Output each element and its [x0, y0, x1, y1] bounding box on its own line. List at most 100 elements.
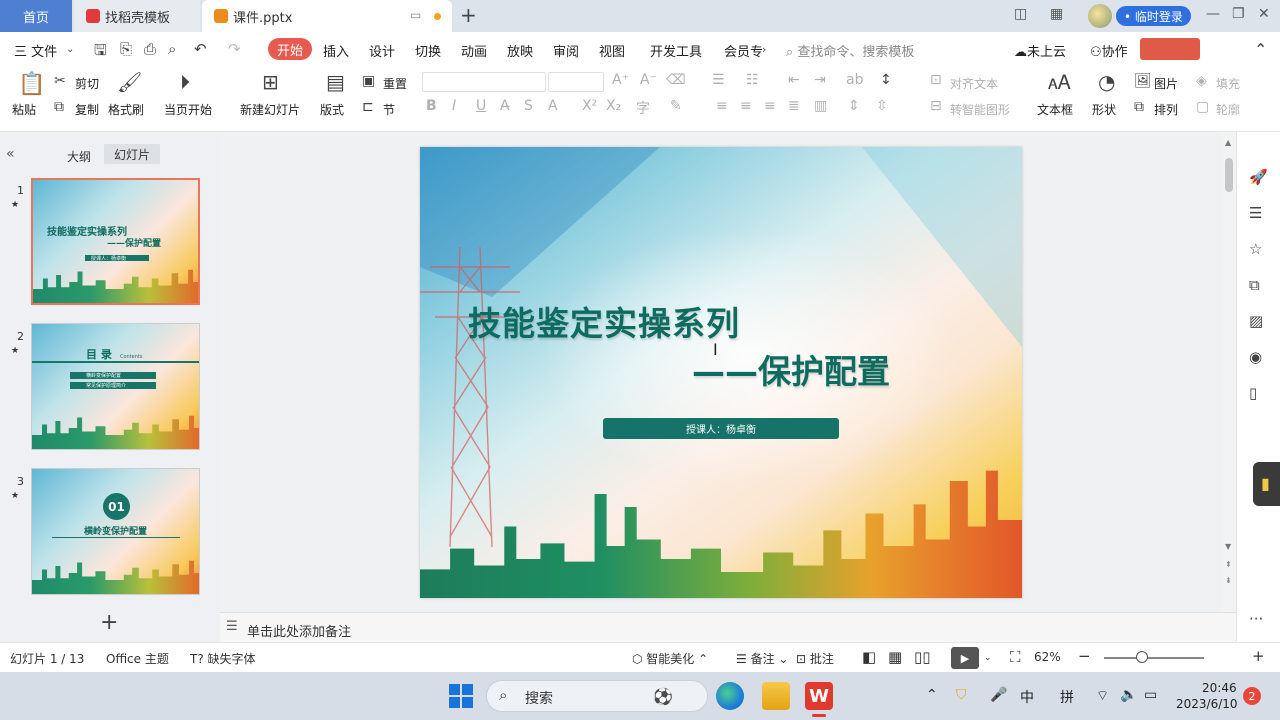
canvas-scrollbar[interactable]: ▲ ▼ ⇞ ⇟	[1222, 132, 1236, 612]
slides-view-tab[interactable]: 幻灯片	[104, 144, 161, 164]
reading-view-icon[interactable]: ▯▯	[914, 648, 931, 666]
slide-subtitle[interactable]: ——保护配置	[692, 345, 890, 393]
new-slide-icon[interactable]: ⊞	[262, 70, 279, 94]
clear-format-icon[interactable]: ⌫	[666, 72, 686, 88]
outline-icon[interactable]: ▢	[1196, 99, 1209, 115]
format-painter-button[interactable]: 格式刷	[108, 101, 144, 118]
star-outline-icon[interactable]: ☆	[1249, 240, 1262, 258]
picture-icon[interactable]: 🖼	[1134, 73, 1152, 89]
slide-thumbnail-1[interactable]: 技能鉴定实操系列 ——保护配置 授课人：杨卓衡	[31, 178, 200, 305]
arrange-button[interactable]: 排列	[1154, 101, 1178, 118]
highlight-icon[interactable]: ✎	[670, 98, 682, 114]
beautify-button[interactable]: ⬡ 智能美化 ⌃	[632, 650, 708, 667]
volume-icon[interactable]: 🔈	[1120, 687, 1137, 703]
lecturer-label[interactable]: 授课人：杨卓衡	[603, 418, 839, 439]
notes-placeholder[interactable]: 单击此处添加备注	[247, 621, 351, 640]
slide-title[interactable]: 技能鉴定实操系列	[468, 297, 740, 345]
location-icon[interactable]: ◉	[1249, 348, 1262, 366]
zoom-level[interactable]: 62%	[1034, 650, 1061, 664]
temp-login-button[interactable]: • 临时登录	[1116, 6, 1191, 26]
notes-toggle[interactable]: ☰ 备注 ⌄	[736, 650, 788, 667]
textbox-button[interactable]: 文本框	[1037, 101, 1073, 118]
share-button[interactable]	[1140, 38, 1200, 60]
menu-member[interactable]: 会员专	[724, 41, 763, 60]
menu-design[interactable]: 设计	[369, 41, 395, 60]
align-left-icon[interactable]: ≡	[716, 98, 728, 114]
taskbar-search[interactable]: ⌕ 搜索 ⚽	[486, 680, 708, 712]
editing-canvas[interactable]: 技能鉴定实操系列 ——保护配置 授课人：杨卓衡	[220, 132, 1222, 612]
shape-icon[interactable]: ◔	[1098, 70, 1115, 94]
strikethrough-icon[interactable]: A̶	[500, 98, 510, 114]
edge-browser-icon[interactable]	[716, 682, 744, 710]
restore-icon[interactable]: ❐	[1232, 6, 1245, 22]
align-text-icon[interactable]: ⊡	[930, 72, 942, 88]
next-slide-icon[interactable]: ⇟	[1225, 576, 1232, 585]
unsaved-dot-icon[interactable]	[434, 13, 441, 20]
section-icon[interactable]: ⊏	[362, 99, 374, 115]
reset-icon[interactable]: ▣	[362, 73, 375, 89]
font-shrink-icon[interactable]: A⁻	[640, 72, 657, 88]
align-text-button[interactable]: 对齐文本	[950, 75, 998, 92]
new-tab-button[interactable]: +	[460, 3, 477, 27]
copy-icon[interactable]: ⧉	[54, 99, 64, 115]
fill-icon[interactable]: ◈	[1196, 73, 1207, 89]
underline-icon[interactable]: U	[476, 98, 486, 114]
chevron-down-icon[interactable]: ⌄	[984, 653, 992, 663]
collab-button[interactable]: ⚇协作	[1090, 41, 1128, 60]
export-icon[interactable]: ⎘	[120, 40, 132, 58]
scroll-down-icon[interactable]: ▼	[1225, 542, 1231, 551]
bold-icon[interactable]: B	[426, 98, 437, 114]
fit-window-icon[interactable]: ⛶	[1010, 648, 1021, 666]
shadow-icon[interactable]: S	[524, 98, 533, 114]
wifi-icon[interactable]: ⌔	[1096, 687, 1109, 705]
comments-toggle[interactable]: ⊡ 批注	[796, 650, 834, 667]
chevron-up-icon[interactable]: ⌃	[1254, 40, 1267, 59]
play-circle-icon[interactable]: ⏵	[180, 70, 190, 94]
new-slide-button[interactable]: 新建幻灯片	[240, 101, 300, 118]
outline-button[interactable]: 轮廓	[1216, 101, 1240, 118]
chevron-right-icon[interactable]: ›	[762, 43, 766, 56]
picture-button[interactable]: 图片	[1154, 75, 1178, 92]
phonetic-icon[interactable]: 字	[636, 98, 650, 118]
slide-thumbnail-3[interactable]: 01 横岭变保护配置	[31, 468, 200, 595]
zoom-in-icon[interactable]: +	[1252, 647, 1265, 665]
zoom-slider-handle[interactable]	[1136, 651, 1148, 663]
numbered-list-icon[interactable]: ☷	[746, 72, 759, 88]
sliders-icon[interactable]: ☰	[1249, 204, 1262, 222]
ime-pinyin[interactable]: 拼	[1060, 687, 1074, 707]
menu-insert[interactable]: 插入	[323, 41, 349, 60]
tab-template[interactable]: 找稻壳模板	[74, 0, 200, 32]
missing-font-button[interactable]: T? 缺失字体	[190, 650, 256, 667]
avatar[interactable]	[1088, 4, 1112, 28]
rocket-icon[interactable]: 🚀	[1249, 168, 1268, 186]
chevron-up-icon[interactable]: ⌃	[926, 687, 938, 703]
tab-file[interactable]: 课件.pptx ▭	[202, 0, 452, 32]
zoom-slider[interactable]	[1104, 657, 1204, 659]
chevron-down-icon[interactable]: ⌄	[66, 44, 74, 55]
textbox-icon[interactable]: 🗚	[1048, 70, 1071, 94]
layout-icon[interactable]: ▤	[326, 70, 345, 94]
print-icon[interactable]: ⎙	[144, 40, 156, 58]
italic-icon[interactable]: I	[452, 98, 456, 114]
align-right-icon[interactable]: ≡	[764, 98, 776, 114]
shape-button[interactable]: 形状	[1092, 101, 1116, 118]
screen-icon[interactable]: ▭	[410, 8, 421, 22]
assistant-widget[interactable]: ▮	[1253, 462, 1280, 506]
sorter-view-icon[interactable]: ▦	[888, 648, 902, 666]
line-spacing-icon[interactable]: ↕	[880, 72, 892, 88]
collapse-panel-icon[interactable]: «	[6, 146, 15, 162]
fill-button[interactable]: 填充	[1216, 75, 1240, 92]
superscript-icon[interactable]: X²	[582, 98, 597, 114]
image-tools-icon[interactable]: ▨	[1249, 312, 1263, 330]
from-current-button[interactable]: 当页开始	[164, 101, 212, 118]
layout-icon[interactable]: ◫	[1014, 6, 1027, 22]
subscript-icon[interactable]: X₂	[606, 98, 621, 114]
battery-icon[interactable]: ▭	[1144, 687, 1157, 703]
cloud-upload-status[interactable]: ☁未上云	[1014, 41, 1066, 60]
current-slide[interactable]: 技能鉴定实操系列 ——保护配置 授课人：杨卓衡	[420, 147, 1022, 598]
font-family-select[interactable]	[422, 72, 546, 92]
close-icon[interactable]: ✕	[1258, 6, 1270, 22]
zoom-out-icon[interactable]: −	[1078, 647, 1091, 665]
font-color-icon[interactable]: A	[548, 98, 558, 114]
redo-icon[interactable]: ↷	[228, 40, 241, 58]
